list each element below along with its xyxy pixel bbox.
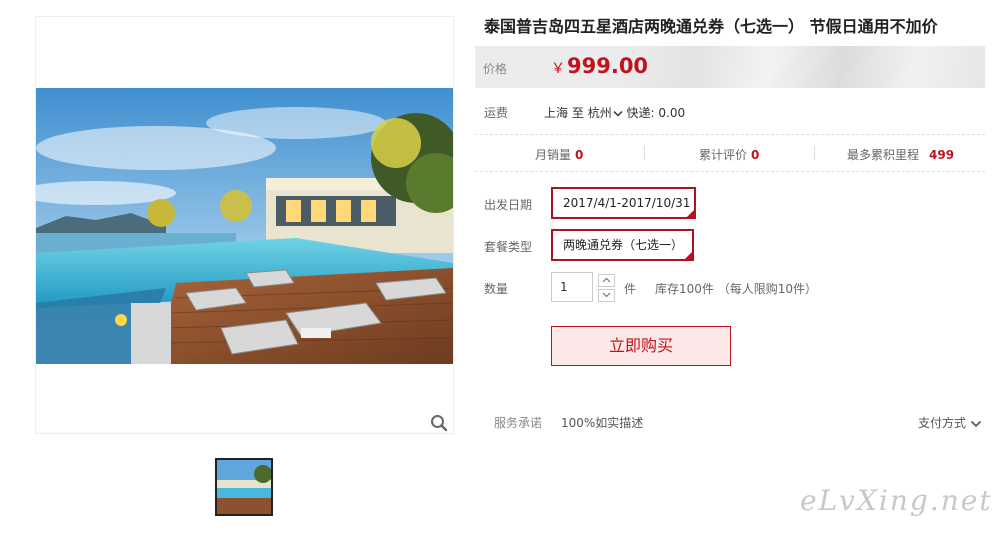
- price-value: ￥999.00: [551, 54, 648, 78]
- divider: [475, 134, 985, 135]
- product-title: 泰国普吉岛四五星酒店两晚通兑券（七选一） 节假日通用不加价: [484, 17, 938, 36]
- monthly-sales-label: 月销量: [535, 148, 572, 162]
- price-amount: 999.00: [567, 54, 649, 78]
- shipping-info: 上海 至 杭州 快递: 0.00: [544, 104, 685, 121]
- watermark: eLvXing.net: [800, 484, 993, 517]
- stat-separator: [814, 146, 815, 160]
- points-label: 最多累积里程: [847, 148, 920, 162]
- currency-symbol: ￥: [551, 61, 565, 77]
- price-label: 价格: [483, 62, 508, 76]
- divider: [475, 171, 985, 172]
- selected-check-corner: [687, 210, 694, 217]
- shipping-from: 上海: [544, 106, 569, 120]
- monthly-sales-value: 0: [575, 148, 584, 162]
- package-type-value: 两晚通兑券（七选一）: [563, 238, 684, 252]
- zoom-icon[interactable]: [430, 414, 448, 432]
- quantity-label: 数量: [484, 282, 509, 296]
- package-label: 套餐类型: [484, 240, 533, 254]
- quantity-input[interactable]: 1: [551, 272, 593, 302]
- payment-methods-label: 支付方式: [918, 416, 967, 430]
- shipping-label: 运费: [484, 106, 509, 120]
- points-value: 499: [929, 148, 955, 162]
- chevron-down-icon: [613, 110, 623, 117]
- shipping-destination-select[interactable]: 杭州: [588, 106, 623, 120]
- departure-date-option[interactable]: 2017/4/1-2017/10/31: [551, 187, 696, 219]
- review-count[interactable]: 累计评价 0: [699, 146, 759, 163]
- stock-info: 库存100件 （每人限购10件）: [655, 282, 817, 296]
- stat-separator: [644, 146, 645, 160]
- buy-now-button[interactable]: 立即购买: [551, 326, 731, 366]
- quantity-unit: 件: [624, 282, 637, 296]
- product-main-image[interactable]: [36, 88, 453, 364]
- review-count-label: 累计评价: [699, 148, 748, 162]
- review-count-value: 0: [751, 148, 760, 162]
- monthly-sales: 月销量 0: [535, 146, 583, 163]
- departure-label: 出发日期: [484, 198, 533, 212]
- increment-icon[interactable]: [598, 274, 615, 287]
- selected-check-corner: [685, 252, 692, 259]
- package-type-option[interactable]: 两晚通兑券（七选一）: [551, 229, 694, 261]
- chevron-down-icon: [970, 420, 982, 427]
- service-promise[interactable]: 100%如实描述: [561, 414, 643, 431]
- shipping-express: 快递: 0.00: [626, 106, 686, 120]
- payment-methods-toggle[interactable]: 支付方式: [918, 414, 982, 431]
- departure-date-value: 2017/4/1-2017/10/31: [563, 196, 691, 210]
- decrement-icon[interactable]: [598, 289, 615, 302]
- points: 最多累积里程 499: [847, 146, 954, 163]
- shipping-destination: 杭州: [587, 106, 612, 120]
- thumbnail-image[interactable]: [215, 458, 273, 516]
- service-label: 服务承诺: [494, 416, 543, 430]
- shipping-to-word: 至: [571, 106, 584, 120]
